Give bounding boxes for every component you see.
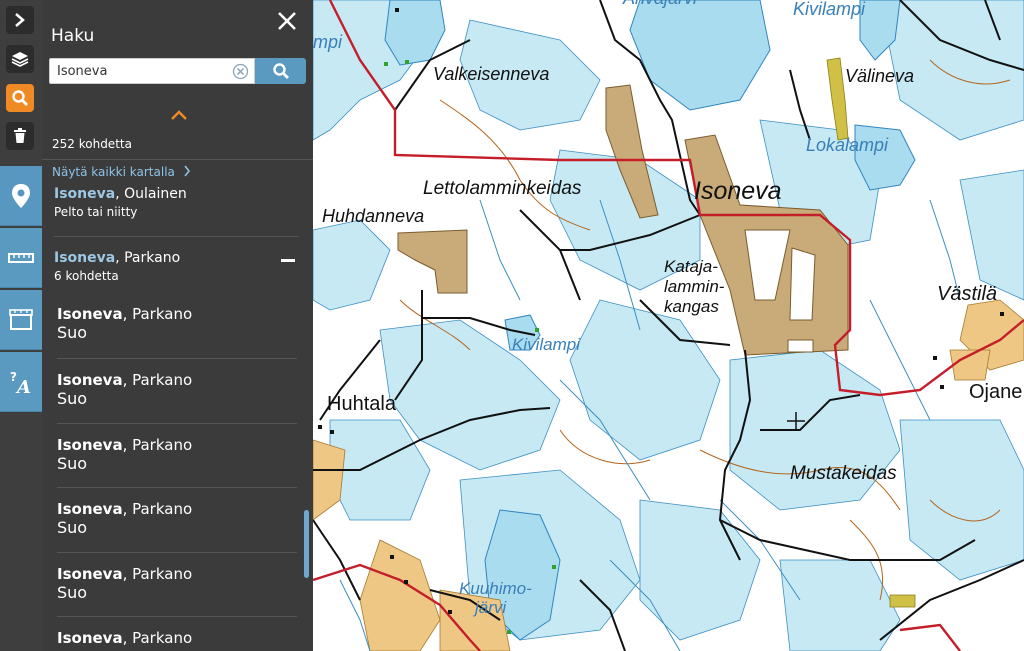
clear-icon: [232, 63, 249, 80]
label-isoneva: Isoneva: [694, 177, 782, 205]
result-name: Isoneva: [54, 186, 116, 202]
label-kivilampi: Kivilampi: [512, 335, 581, 354]
layers-button[interactable]: [6, 45, 34, 73]
expand-panel-button[interactable]: [6, 6, 34, 34]
label-kataja-1: Kataja-: [664, 257, 718, 276]
result-type: Suo: [57, 323, 88, 342]
label-kuuhimo-1: Kuuhimo-: [459, 579, 532, 598]
show-all-label: Näytä kaikki kartalla: [52, 165, 175, 179]
result-child-item[interactable]: Isoneva, Parkano Suo: [57, 423, 297, 473]
result-place: , Parkano: [122, 371, 193, 389]
layers-icon: [11, 52, 29, 67]
result-subcount: 6 kohdetta: [54, 269, 119, 283]
collapse-group-icon[interactable]: [281, 259, 295, 262]
result-child-item[interactable]: Isoneva, Parkano Suo: [57, 487, 297, 537]
chevron-up-icon: [171, 110, 187, 120]
label-valineva: Välineva: [845, 66, 914, 86]
chevron-right-icon: [184, 165, 190, 177]
header-divider: [42, 159, 313, 160]
label-top-lake: Ahvajärvi: [622, 0, 698, 8]
svg-text:A: A: [15, 377, 31, 395]
place-marker-tool[interactable]: [0, 166, 42, 226]
result-place: , Parkano: [115, 250, 181, 266]
result-name: Isoneva: [57, 436, 123, 454]
result-place: , Parkano: [122, 629, 193, 647]
result-name: Isoneva: [57, 305, 123, 323]
search-panel: Isoneva, Oulainen Pelto tai niitty Isone…: [42, 0, 313, 651]
result-place: , Parkano: [122, 436, 193, 454]
svg-text:?: ?: [10, 370, 17, 384]
label-lokalampi: Lokalampi: [806, 135, 889, 155]
search-submit-button[interactable]: [255, 58, 306, 84]
search-icon: [12, 90, 28, 106]
search-input[interactable]: [50, 59, 225, 83]
result-child-item[interactable]: Isoneva, Parkano Suo: [57, 552, 297, 602]
result-child-item[interactable]: Isoneva, Parkano Suo: [57, 358, 297, 408]
label-huhtala: Huhtala: [327, 393, 397, 415]
text-annotation-tool[interactable]: ? A: [0, 352, 42, 412]
result-name: Isoneva: [57, 565, 123, 583]
result-child-item[interactable]: Isoneva, Parkano Suo: [57, 294, 297, 342]
measure-area-tool[interactable]: [0, 290, 42, 350]
search-icon: [272, 63, 289, 79]
label-huhdanneva: Huhdanneva: [322, 206, 424, 226]
result-type: Suo: [57, 518, 88, 537]
result-item[interactable]: Isoneva, Oulainen Pelto tai niitty: [42, 186, 313, 219]
result-place: , Oulainen: [115, 186, 187, 202]
search-tool-button[interactable]: [6, 84, 34, 112]
search-panel-header: Haku Isoneva 252 kohdetta Näytä kaikki k…: [42, 0, 313, 179]
text-annotation-icon: ? A: [10, 370, 31, 395]
result-type: Pelto tai niitty: [54, 205, 138, 219]
result-type: Suo: [57, 454, 88, 473]
label-kuuhimo-2: järvi: [473, 598, 507, 617]
result-place: , Parkano: [122, 565, 193, 583]
result-name: Isoneva: [57, 371, 123, 389]
area-ruler-icon: [9, 308, 33, 330]
collapse-search-button[interactable]: [169, 106, 189, 120]
map-pin-icon: [12, 183, 30, 208]
label-mustakeidas: Mustakeidas: [790, 463, 897, 484]
label-valkeisenneva: Valkeisenneva: [433, 64, 549, 84]
result-name: Isoneva: [57, 629, 123, 647]
label-vastila: Västilä: [937, 283, 997, 305]
label-lettolamminkeidas: Lettolamminkeidas: [423, 178, 582, 199]
measure-distance-tool[interactable]: [0, 228, 42, 288]
label-ojane: Ojane: [969, 381, 1022, 403]
show-all-on-map-link[interactable]: Näytä kaikki kartalla: [52, 165, 191, 179]
ruler-icon: [8, 252, 34, 263]
result-type: Suo: [57, 583, 88, 602]
label-water-topleft: mpi: [313, 32, 343, 52]
trash-icon: [14, 128, 26, 143]
result-place: , Parkano: [122, 500, 193, 518]
divider: [54, 236, 299, 237]
search-box: [49, 58, 255, 84]
results-scrollbar[interactable]: [304, 510, 309, 578]
left-toolbar: ? A: [0, 0, 42, 651]
result-name: Isoneva: [54, 250, 116, 266]
search-results-list[interactable]: Isoneva, Oulainen Pelto tai niitty Isone…: [42, 160, 313, 651]
close-panel-button[interactable]: [276, 10, 298, 32]
result-child-item[interactable]: Isoneva, Parkano: [57, 616, 297, 647]
panel-title: Haku: [51, 26, 95, 46]
close-icon: [278, 12, 296, 30]
result-name: Isoneva: [57, 500, 123, 518]
label-kataja-2: lammin-: [664, 277, 725, 296]
label-kataja-3: kangas: [664, 297, 719, 316]
result-place: , Parkano: [122, 305, 193, 323]
result-count: 252 kohdetta: [52, 137, 132, 151]
chevron-right-icon: [15, 13, 25, 27]
result-type: Suo: [57, 389, 88, 408]
clear-search-button[interactable]: [232, 63, 249, 80]
result-group[interactable]: Isoneva, Parkano 6 kohdetta: [42, 250, 313, 283]
label-kivilampi-top: Kivilampi: [793, 0, 866, 19]
delete-button[interactable]: [6, 122, 34, 150]
